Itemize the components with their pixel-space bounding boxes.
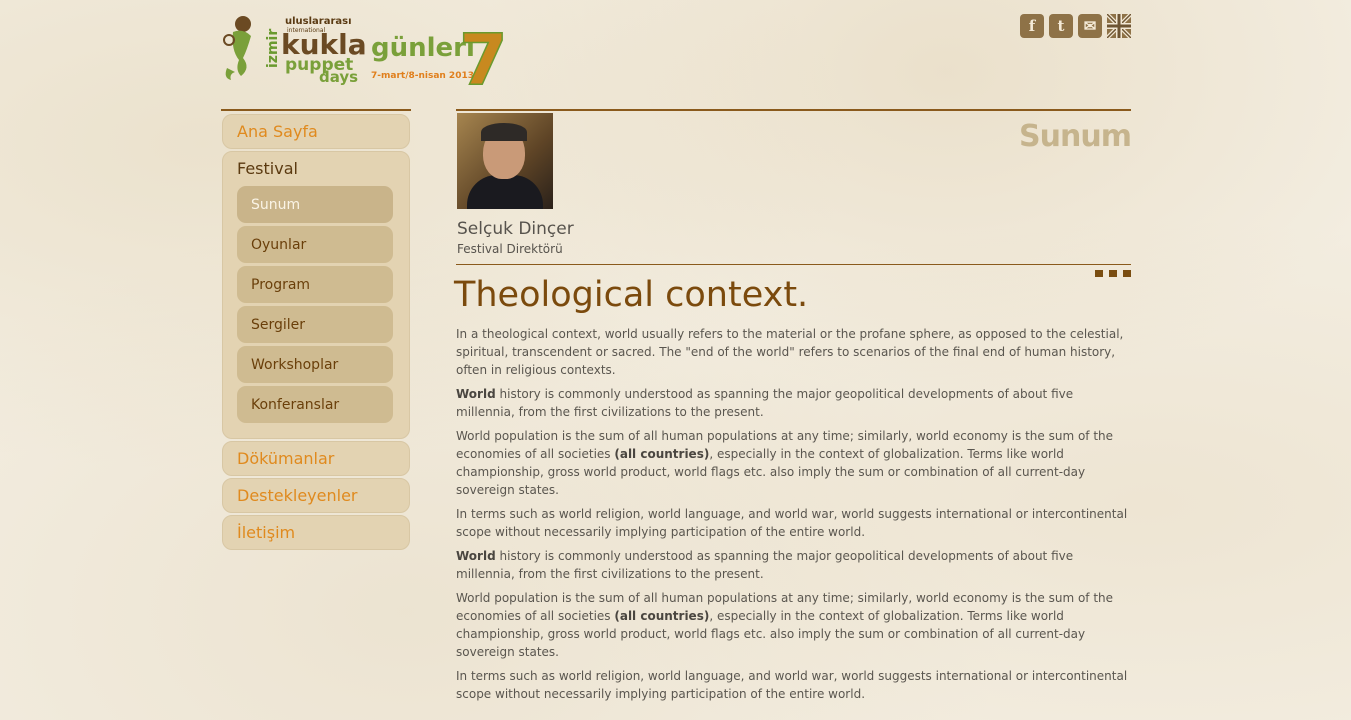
nav-sub-workshoplar[interactable]: Workshoplar	[237, 346, 393, 383]
nav-sub-konferanslar[interactable]: Konferanslar	[237, 386, 393, 423]
decorative-dots	[1095, 270, 1131, 277]
nav-sub-sergiler[interactable]: Sergiler	[237, 306, 393, 343]
director-role: Festival Direktörü	[457, 242, 563, 256]
nav-supporters[interactable]: Destekleyenler	[222, 478, 410, 513]
article-paragraph: World population is the sum of all human…	[456, 429, 1114, 497]
director-name: Selçuk Dinçer	[457, 219, 574, 239]
logo-city: izmir	[265, 29, 281, 68]
uk-flag-icon[interactable]	[1107, 14, 1131, 38]
nav-sub-program[interactable]: Program	[237, 266, 393, 303]
logo-line1: uluslararası	[285, 16, 352, 27]
logo-days: days	[319, 68, 358, 86]
article-paragraph: In terms such as world religion, world l…	[456, 669, 1128, 701]
director-photo	[457, 113, 553, 209]
article-paragraph: World history is commonly understood as …	[456, 387, 1074, 419]
logo-number: 7	[459, 19, 508, 90]
nav-sub-oyunlar[interactable]: Oyunlar	[237, 226, 393, 263]
nav-home[interactable]: Ana Sayfa	[222, 114, 410, 149]
social-links: f t ✉	[1020, 14, 1131, 38]
bold-text: World	[456, 387, 496, 401]
email-icon[interactable]: ✉	[1078, 14, 1102, 38]
bold-text: (all countries)	[614, 447, 710, 461]
article-paragraph: World population is the sum of all human…	[456, 591, 1114, 659]
article-paragraph: In terms such as world religion, world l…	[456, 507, 1128, 539]
facebook-icon[interactable]: f	[1020, 14, 1044, 38]
twitter-icon[interactable]: t	[1049, 14, 1073, 38]
sidebar-nav: Ana Sayfa Festival Sunum Oyunlar Program…	[221, 109, 411, 552]
article-paragraph: World history is commonly understood as …	[456, 549, 1074, 581]
nav-documents[interactable]: Dökümanlar	[222, 441, 410, 476]
article-title: Theological context.	[454, 275, 809, 315]
nav-contact[interactable]: İletişim	[222, 515, 410, 550]
profile-header: Selçuk Dinçer Festival Direktörü Sunum	[456, 109, 1132, 277]
section-title: Sunum	[1019, 119, 1132, 154]
bold-text: World	[456, 549, 496, 563]
bold-text: (all countries)	[614, 609, 710, 623]
nav-sub-sunum[interactable]: Sunum	[237, 186, 393, 223]
main-content: Selçuk Dinçer Festival Direktörü Sunum T…	[454, 109, 1132, 709]
article-paragraph: In a theological context, world usually …	[456, 327, 1124, 377]
site-logo[interactable]: izmir uluslararası international kukla g…	[221, 10, 511, 102]
nav-festival-group: Festival Sunum Oyunlar Program Sergiler …	[222, 151, 410, 439]
mermaid-logo-icon	[223, 16, 251, 80]
nav-festival[interactable]: Festival	[223, 158, 409, 186]
